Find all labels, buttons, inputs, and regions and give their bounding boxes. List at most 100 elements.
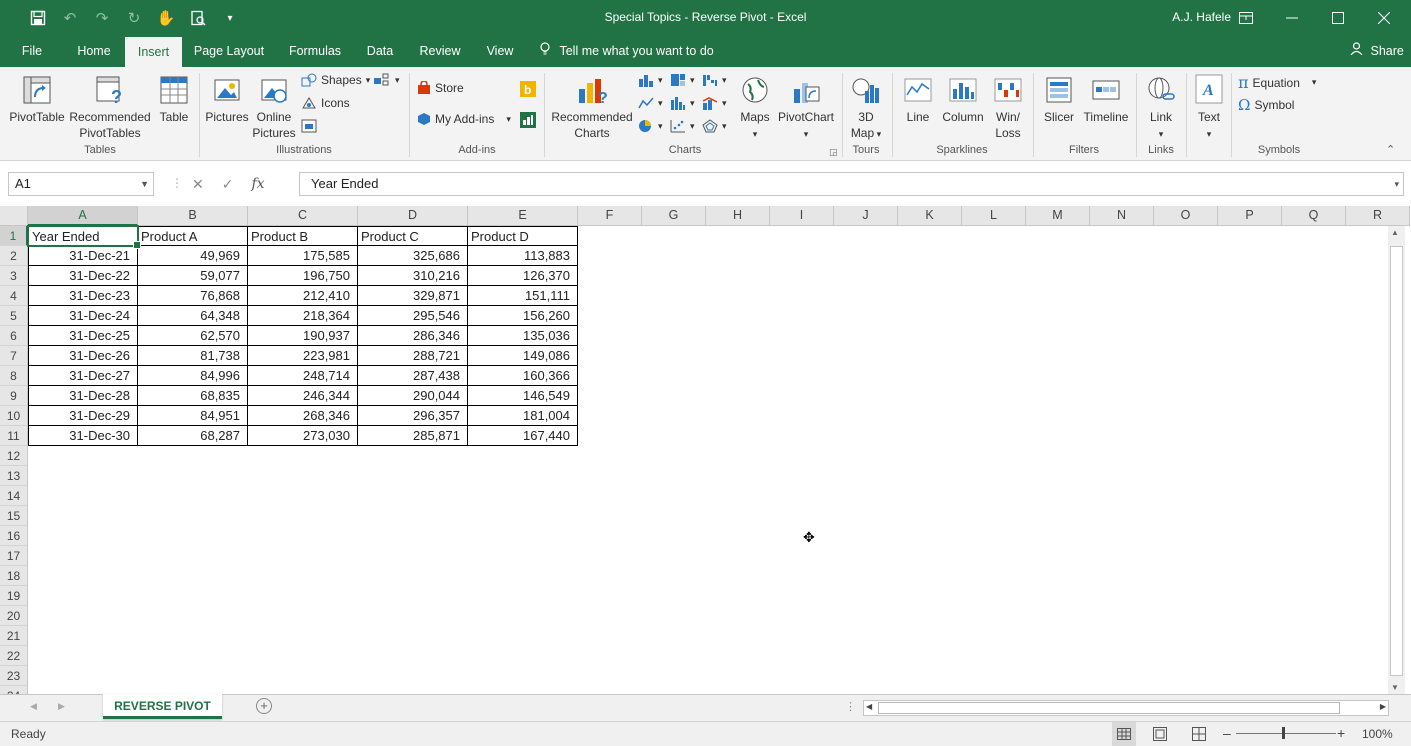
data-cell[interactable]: 126,370: [468, 266, 578, 286]
link-button[interactable]: Link ▾: [1142, 75, 1180, 142]
row-header-12[interactable]: 12: [0, 446, 28, 466]
scroll-up-icon[interactable]: ▲: [1391, 228, 1399, 237]
scroll-left-icon[interactable]: ◀: [866, 702, 872, 711]
data-cell[interactable]: 246,344: [248, 386, 358, 406]
page-layout-view-icon[interactable]: [1153, 727, 1167, 744]
column-header-i[interactable]: I: [770, 206, 834, 226]
data-cell[interactable]: 135,036: [468, 326, 578, 346]
data-cell[interactable]: 31-Dec-21: [28, 246, 138, 266]
data-cell[interactable]: 76,868: [138, 286, 248, 306]
symbol-button[interactable]: Ω Symbol: [1238, 96, 1294, 114]
row-header-10[interactable]: 10: [0, 406, 28, 426]
data-cell[interactable]: 84,996: [138, 366, 248, 386]
data-cell[interactable]: 151,111: [468, 286, 578, 306]
data-cell[interactable]: 268,346: [248, 406, 358, 426]
minimize-icon[interactable]: [1269, 0, 1315, 36]
bing-maps-button[interactable]: b: [520, 81, 536, 97]
data-cell[interactable]: 329,871: [358, 286, 468, 306]
text-button[interactable]: A Text ▾: [1190, 73, 1228, 142]
horizontal-scrollbar[interactable]: ◀ ▶: [863, 700, 1389, 716]
data-cell[interactable]: 288,721: [358, 346, 468, 366]
formula-input[interactable]: Year Ended ▾: [299, 172, 1404, 196]
worksheet-grid[interactable]: A B C D E F G H I J K L M N O P Q R 1 2 3 4 5 6 7 8 9 10 11 12 13 14 15 1…: [0, 206, 1411, 694]
zoom-slider-thumb[interactable]: [1282, 727, 1285, 739]
horizontal-scroll-thumb[interactable]: [878, 702, 1340, 714]
data-cell[interactable]: 218,364: [248, 306, 358, 326]
cancel-icon[interactable]: ✕: [192, 176, 204, 193]
data-cell[interactable]: 325,686: [358, 246, 468, 266]
tab-review[interactable]: Review: [412, 36, 468, 67]
row-header-1[interactable]: 1: [0, 226, 28, 246]
row-header-21[interactable]: 21: [0, 626, 28, 646]
data-cell[interactable]: 181,004: [468, 406, 578, 426]
column-header-k[interactable]: K: [898, 206, 962, 226]
insert-function-icon[interactable]: fx: [251, 176, 264, 192]
header-cell[interactable]: Product C: [358, 226, 468, 246]
icons-button[interactable]: Icons: [301, 96, 350, 110]
page-break-view-icon[interactable]: [1192, 727, 1206, 744]
tab-data[interactable]: Data: [358, 36, 402, 67]
data-cell[interactable]: 286,346: [358, 326, 468, 346]
row-header-9[interactable]: 9: [0, 386, 28, 406]
new-sheet-icon[interactable]: +: [256, 698, 272, 714]
data-cell[interactable]: 31-Dec-30: [28, 426, 138, 446]
header-cell[interactable]: Product A: [138, 226, 248, 246]
row-header-4[interactable]: 4: [0, 286, 28, 306]
tab-insert[interactable]: Insert: [125, 36, 182, 67]
data-cell[interactable]: 49,969: [138, 246, 248, 266]
column-header-m[interactable]: M: [1026, 206, 1090, 226]
header-cell[interactable]: Product D: [468, 226, 578, 246]
maximize-icon[interactable]: [1315, 0, 1361, 36]
row-header-8[interactable]: 8: [0, 366, 28, 386]
insert-statistic-chart-button[interactable]: ▾: [670, 96, 695, 110]
insert-scatter-chart-button[interactable]: ▾: [670, 119, 695, 133]
data-cell[interactable]: 113,883: [468, 246, 578, 266]
scroll-right-icon[interactable]: ▶: [1380, 702, 1386, 711]
vertical-scroll-thumb[interactable]: [1390, 246, 1403, 676]
timeline-button[interactable]: Timeline: [1080, 75, 1132, 125]
zoom-slider[interactable]: [1236, 733, 1336, 734]
insert-radar-chart-button[interactable]: ▾: [702, 119, 727, 133]
row-header-2[interactable]: 2: [0, 246, 28, 266]
share-button[interactable]: Share: [1350, 36, 1404, 67]
row-header-5[interactable]: 5: [0, 306, 28, 326]
data-cell[interactable]: 31-Dec-25: [28, 326, 138, 346]
equation-button[interactable]: π Equation ▾: [1238, 73, 1316, 92]
recommended-charts-button[interactable]: ? Recommended Charts: [549, 75, 635, 141]
data-cell[interactable]: 160,366: [468, 366, 578, 386]
data-cell[interactable]: 290,044: [358, 386, 468, 406]
row-header-22[interactable]: 22: [0, 646, 28, 666]
column-header-p[interactable]: P: [1218, 206, 1282, 226]
slicer-button[interactable]: Slicer: [1040, 75, 1078, 125]
name-box[interactable]: A1 ▼: [8, 172, 154, 196]
data-cell[interactable]: 81,738: [138, 346, 248, 366]
column-header-h[interactable]: H: [706, 206, 770, 226]
data-cell[interactable]: 31-Dec-29: [28, 406, 138, 426]
ribbon-display-options-icon[interactable]: [1223, 0, 1269, 36]
zoom-in-icon[interactable]: +: [1337, 725, 1345, 741]
column-header-e[interactable]: E: [468, 206, 578, 226]
people-graph-button[interactable]: [520, 112, 536, 128]
pictures-button[interactable]: Pictures: [204, 75, 250, 125]
row-header-24[interactable]: 24: [0, 686, 28, 694]
data-cell[interactable]: 68,287: [138, 426, 248, 446]
tab-view[interactable]: View: [478, 36, 522, 67]
data-cell[interactable]: 223,981: [248, 346, 358, 366]
insert-combo-chart-button[interactable]: ▾: [702, 96, 727, 110]
row-header-17[interactable]: 17: [0, 546, 28, 566]
normal-view-icon[interactable]: [1112, 722, 1136, 746]
data-cell[interactable]: 31-Dec-28: [28, 386, 138, 406]
sparkline-winloss-button[interactable]: Win/ Loss: [989, 75, 1027, 141]
column-header-d[interactable]: D: [358, 206, 468, 226]
row-header-14[interactable]: 14: [0, 486, 28, 506]
next-sheet-icon[interactable]: ▶: [58, 701, 65, 712]
shapes-button[interactable]: Shapes ▾: [301, 73, 370, 87]
row-header-19[interactable]: 19: [0, 586, 28, 606]
row-header-11[interactable]: 11: [0, 426, 28, 446]
row-header-7[interactable]: 7: [0, 346, 28, 366]
pivotchart-button[interactable]: PivotChart ▾: [777, 75, 835, 142]
table-button[interactable]: Table: [154, 75, 194, 125]
data-cell[interactable]: 167,440: [468, 426, 578, 446]
vertical-scrollbar[interactable]: ▲ ▼: [1388, 226, 1405, 694]
data-cell[interactable]: 212,410: [248, 286, 358, 306]
